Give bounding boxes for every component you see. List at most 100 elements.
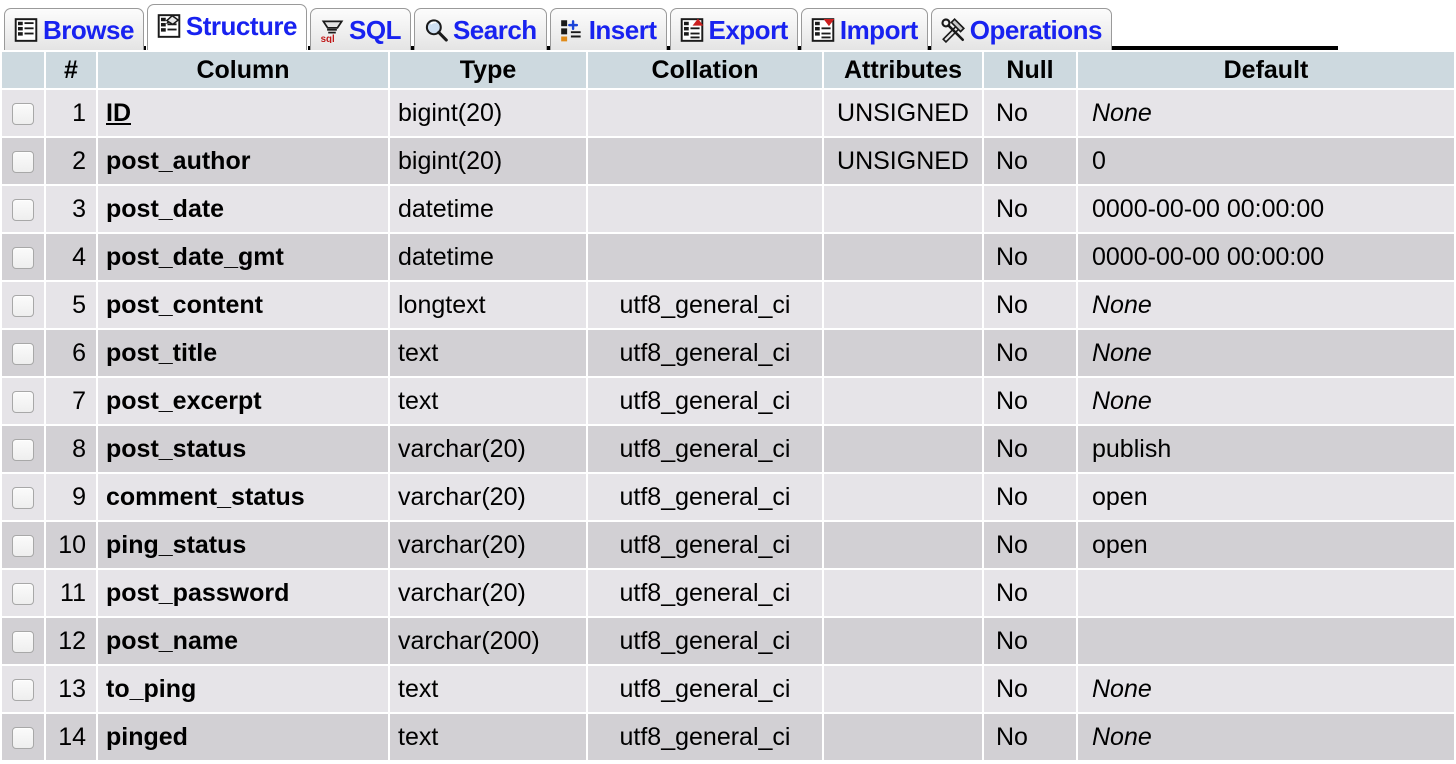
column-attributes — [824, 714, 982, 760]
structure-body: 1 ID bigint(20) UNSIGNED No None 2 post_author b… — [2, 90, 1454, 760]
row-index: 10 — [46, 522, 96, 568]
column-collation: utf8_general_ci — [588, 666, 822, 712]
row-checkbox[interactable] — [12, 294, 34, 317]
column-null: No — [984, 186, 1076, 232]
table-row[interactable]: 8 post_status varchar(20) utf8_general_ci No… — [2, 426, 1454, 472]
row-select-cell[interactable] — [2, 426, 44, 472]
row-select-cell[interactable] — [2, 618, 44, 664]
row-select-cell[interactable] — [2, 714, 44, 760]
table-row[interactable]: 3 post_date datetime No 0000-00-00 00:00:00 — [2, 186, 1454, 232]
table-row[interactable]: 1 ID bigint(20) UNSIGNED No None — [2, 90, 1454, 136]
row-checkbox[interactable] — [12, 438, 34, 461]
row-checkbox[interactable] — [12, 534, 34, 557]
column-collation — [588, 138, 822, 184]
column-attributes — [824, 474, 982, 520]
row-select-cell[interactable] — [2, 138, 44, 184]
column-null: No — [984, 282, 1076, 328]
row-checkbox[interactable] — [12, 150, 34, 173]
table-row[interactable]: 14 pinged text utf8_general_ci No None — [2, 714, 1454, 760]
row-select-cell[interactable] — [2, 186, 44, 232]
header-collation[interactable]: Collation — [588, 52, 822, 88]
header-null[interactable]: Null — [984, 52, 1076, 88]
row-select-cell[interactable] — [2, 378, 44, 424]
tab-export[interactable]: Export — [669, 8, 798, 50]
row-checkbox[interactable] — [12, 198, 34, 221]
magnifier-icon — [425, 18, 448, 42]
row-checkbox[interactable] — [12, 390, 34, 413]
column-attributes — [824, 570, 982, 616]
header-select-all[interactable] — [2, 52, 44, 88]
row-select-cell[interactable] — [2, 282, 44, 328]
row-index: 14 — [46, 714, 96, 760]
header-index[interactable]: # — [46, 52, 96, 88]
row-select-cell[interactable] — [2, 330, 44, 376]
column-name: post_name — [98, 618, 388, 664]
column-null: No — [984, 138, 1076, 184]
tab-label: Search — [452, 14, 537, 45]
table-tab-navigation: Browse Structure sql SQL Search Insert Export I… — [0, 0, 1456, 52]
table-row[interactable]: 5 post_content longtext utf8_general_ci No No… — [2, 282, 1454, 328]
default-null-marker: None — [1092, 98, 1152, 127]
row-select-cell[interactable] — [2, 570, 44, 616]
table-row[interactable]: 6 post_title text utf8_general_ci No None — [2, 330, 1454, 376]
sql-icon: sql — [321, 19, 344, 43]
table-row[interactable]: 10 ping_status varchar(20) utf8_general_ci N… — [2, 522, 1454, 568]
tab-sql[interactable]: sql SQL — [310, 8, 411, 50]
column-attributes — [824, 378, 982, 424]
header-type[interactable]: Type — [390, 52, 586, 88]
column-attributes: UNSIGNED — [824, 90, 982, 136]
row-select-cell[interactable] — [2, 234, 44, 280]
row-index: 8 — [46, 426, 96, 472]
row-checkbox[interactable] — [12, 486, 34, 509]
row-select-cell[interactable] — [2, 666, 44, 712]
header-default[interactable]: Default — [1078, 52, 1454, 88]
tab-structure[interactable]: Structure — [146, 4, 307, 50]
tab-import[interactable]: Import — [800, 8, 928, 50]
tab-search[interactable]: Search — [413, 8, 547, 50]
column-type: varchar(20) — [390, 570, 586, 616]
table-row[interactable]: 11 post_password varchar(20) utf8_general_c… — [2, 570, 1454, 616]
tab-browse[interactable]: Browse — [4, 8, 144, 50]
table-row[interactable]: 7 post_excerpt text utf8_general_ci No None — [2, 378, 1454, 424]
row-checkbox[interactable] — [12, 678, 34, 701]
svg-text:sql: sql — [321, 33, 335, 42]
column-null: No — [984, 522, 1076, 568]
row-index: 1 — [46, 90, 96, 136]
column-collation: utf8_general_ci — [588, 714, 822, 760]
tab-insert[interactable]: Insert — [549, 8, 667, 50]
column-default: None — [1078, 330, 1454, 376]
column-type: varchar(20) — [390, 522, 586, 568]
row-index: 5 — [46, 282, 96, 328]
row-checkbox[interactable] — [12, 102, 34, 125]
row-checkbox[interactable] — [12, 726, 34, 749]
table-row[interactable]: 4 post_date_gmt datetime No 0000-00-00 00:00… — [2, 234, 1454, 280]
table-row[interactable]: 2 post_author bigint(20) UNSIGNED No 0 — [2, 138, 1454, 184]
row-select-cell[interactable] — [2, 474, 44, 520]
row-index: 2 — [46, 138, 96, 184]
header-attributes[interactable]: Attributes — [824, 52, 982, 88]
row-select-cell[interactable] — [2, 522, 44, 568]
row-index: 12 — [46, 618, 96, 664]
row-checkbox[interactable] — [12, 246, 34, 269]
column-type: bigint(20) — [390, 90, 586, 136]
header-column[interactable]: Column — [98, 52, 388, 88]
row-index: 9 — [46, 474, 96, 520]
column-type: bigint(20) — [390, 138, 586, 184]
table-row[interactable]: 9 comment_status varchar(20) utf8_general_c… — [2, 474, 1454, 520]
table-structure-grid: # Column Type Collation Attributes Null … — [0, 50, 1456, 762]
structure-header: # Column Type Collation Attributes Null … — [2, 52, 1454, 88]
column-name: post_content — [98, 282, 388, 328]
column-collation: utf8_general_ci — [588, 282, 822, 328]
row-checkbox[interactable] — [12, 582, 34, 605]
table-row[interactable]: 12 post_name varchar(200) utf8_general_ci No — [2, 618, 1454, 664]
row-select-cell[interactable] — [2, 90, 44, 136]
column-default: 0000-00-00 00:00:00 — [1078, 234, 1454, 280]
table-row[interactable]: 13 to_ping text utf8_general_ci No None — [2, 666, 1454, 712]
row-checkbox[interactable] — [12, 630, 34, 653]
column-type: varchar(20) — [390, 474, 586, 520]
row-index: 7 — [46, 378, 96, 424]
tab-label: SQL — [349, 14, 401, 45]
column-type: longtext — [390, 282, 586, 328]
row-checkbox[interactable] — [12, 342, 34, 365]
tab-operations[interactable]: Operations — [930, 8, 1112, 50]
